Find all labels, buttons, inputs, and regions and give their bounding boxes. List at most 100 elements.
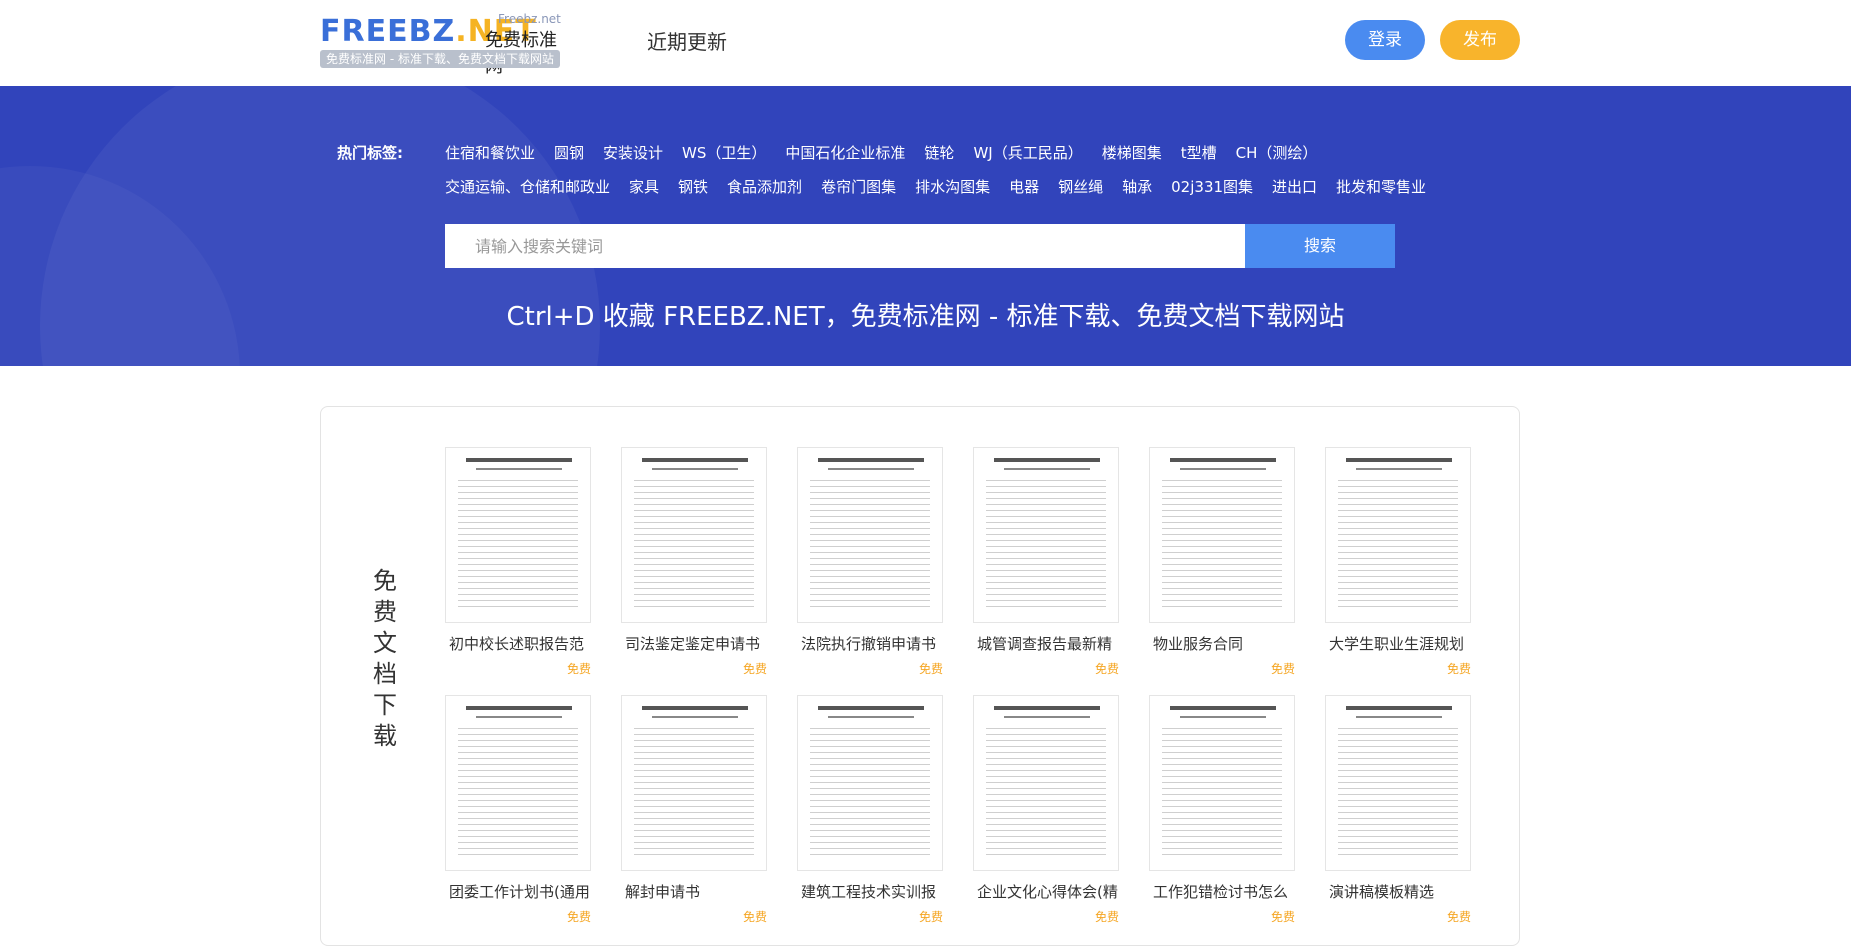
doc-title[interactable]: 法院执行撤销申请书 bbox=[801, 633, 943, 654]
doc-thumbnail-text bbox=[986, 480, 1106, 612]
doc-thumbnail[interactable] bbox=[1325, 695, 1471, 871]
hot-tag[interactable]: 楼梯图集 bbox=[1102, 142, 1162, 163]
doc-thumbnail-subheading bbox=[1004, 468, 1090, 470]
doc-thumbnail-subheading bbox=[1356, 716, 1442, 718]
doc-thumbnail-text bbox=[1162, 728, 1282, 860]
site-logo[interactable]: FREEBZ.NET Freebz.net 免费标准网 免费标准网 - 标准下载… bbox=[320, 12, 561, 77]
hot-tag[interactable]: CH（测绘） bbox=[1236, 142, 1318, 163]
free-badge: 免费 bbox=[1446, 662, 1471, 676]
free-badge: 免费 bbox=[918, 662, 943, 676]
doc-title[interactable]: 物业服务合同 bbox=[1153, 633, 1295, 654]
doc-thumbnail-subheading bbox=[476, 468, 562, 470]
doc-thumbnail[interactable] bbox=[621, 447, 767, 623]
hot-tag[interactable]: 卷帘门图集 bbox=[821, 176, 896, 197]
doc-thumbnail[interactable] bbox=[973, 695, 1119, 871]
doc-thumbnail-subheading bbox=[476, 716, 562, 718]
doc-thumbnail-heading bbox=[818, 458, 924, 462]
doc-thumbnail-heading bbox=[642, 458, 748, 462]
free-badge: 免费 bbox=[566, 910, 591, 924]
bookmark-slogan: Ctrl+D 收藏 FREEBZ.NET，免费标准网 - 标准下载、免费文档下载… bbox=[506, 302, 1345, 332]
doc-thumbnail-heading bbox=[1346, 706, 1452, 710]
doc-title[interactable]: 建筑工程技术实训报 bbox=[801, 881, 943, 902]
hot-tag[interactable]: t型槽 bbox=[1181, 142, 1217, 163]
hot-tag[interactable]: 圆钢 bbox=[554, 142, 584, 163]
hot-tag[interactable]: 02j331图集 bbox=[1171, 176, 1253, 197]
hot-tag[interactable]: 交通运输、仓储和邮政业 bbox=[445, 176, 610, 197]
free-badge: 免费 bbox=[742, 910, 767, 924]
hot-tag[interactable]: 批发和零售业 bbox=[1336, 176, 1426, 197]
free-badge: 免费 bbox=[742, 662, 767, 676]
free-badge: 免费 bbox=[918, 910, 943, 924]
search-input[interactable] bbox=[445, 224, 1245, 268]
hot-tag[interactable]: 钢丝绳 bbox=[1058, 176, 1103, 197]
search-banner: 热门标签: 住宿和餐饮业 圆钢 安装设计 WS（卫生） 中国石化企业标准 链轮 WJ（兵工民… bbox=[0, 86, 1851, 366]
hot-tag[interactable]: WJ（兵工民品） bbox=[973, 142, 1082, 163]
login-button[interactable]: 登录 bbox=[1345, 20, 1425, 60]
hot-tag[interactable]: 安装设计 bbox=[603, 142, 663, 163]
doc-thumbnail-heading bbox=[818, 706, 924, 710]
free-badge: 免费 bbox=[566, 662, 591, 676]
doc-thumbnail-heading bbox=[994, 706, 1100, 710]
doc-thumbnail[interactable] bbox=[797, 447, 943, 623]
doc-thumbnail[interactable] bbox=[797, 695, 943, 871]
doc-thumbnail-text bbox=[458, 480, 578, 612]
free-badge: 免费 bbox=[1270, 910, 1295, 924]
doc-title[interactable]: 初中校长述职报告范 bbox=[449, 633, 591, 654]
doc-thumbnail-subheading bbox=[828, 468, 914, 470]
hot-tag[interactable]: 进出口 bbox=[1272, 176, 1317, 197]
doc-thumbnail[interactable] bbox=[621, 695, 767, 871]
hot-tag[interactable]: 电器 bbox=[1009, 176, 1039, 197]
doc-thumbnail[interactable] bbox=[973, 447, 1119, 623]
doc-thumbnail-text bbox=[986, 728, 1106, 860]
doc-thumbnail[interactable] bbox=[1149, 695, 1295, 871]
doc-thumbnail-subheading bbox=[1004, 716, 1090, 718]
free-badge: 免费 bbox=[1446, 910, 1471, 924]
hot-tag[interactable]: 家具 bbox=[629, 176, 659, 197]
hot-tag[interactable]: 排水沟图集 bbox=[915, 176, 990, 197]
doc-thumbnail[interactable] bbox=[445, 695, 591, 871]
hot-tag[interactable]: 轴承 bbox=[1122, 176, 1152, 197]
doc-title[interactable]: 演讲稿模板精选 bbox=[1329, 881, 1471, 902]
logo-tagline: 免费标准网 - 标准下载、免费文档下载网站 bbox=[320, 50, 560, 68]
doc-title[interactable]: 工作犯错检讨书怎么 bbox=[1153, 881, 1295, 902]
doc-thumbnail-text bbox=[1338, 480, 1458, 612]
doc-thumbnail-subheading bbox=[1356, 468, 1442, 470]
hot-tags-label: 热门标签: bbox=[337, 144, 403, 162]
hot-tag[interactable]: 食品添加剂 bbox=[727, 176, 802, 197]
nav-recent-updates[interactable]: 近期更新 bbox=[647, 26, 727, 55]
doc-thumbnail-heading bbox=[1346, 458, 1452, 462]
hot-tag[interactable]: 钢铁 bbox=[678, 176, 708, 197]
doc-thumbnail-text bbox=[810, 728, 930, 860]
doc-title[interactable]: 企业文化心得体会(精 bbox=[977, 881, 1119, 902]
doc-thumbnail-text bbox=[458, 728, 578, 860]
doc-thumbnail-subheading bbox=[1180, 716, 1266, 718]
doc-thumbnail-text bbox=[634, 728, 754, 860]
hot-tag[interactable]: 链轮 bbox=[924, 142, 954, 163]
doc-thumbnail-text bbox=[634, 480, 754, 612]
hot-tags-row-1: 住宿和餐饮业 圆钢 安装设计 WS（卫生） 中国石化企业标准 链轮 WJ（兵工民品） 楼梯图集… bbox=[445, 142, 1336, 163]
hot-tag[interactable]: WS（卫生） bbox=[682, 142, 766, 163]
doc-thumbnail-text bbox=[1162, 480, 1282, 612]
doc-title[interactable]: 司法鉴定鉴定申请书 bbox=[625, 633, 767, 654]
doc-title[interactable]: 大学生职业生涯规划 bbox=[1329, 633, 1471, 654]
free-badge: 免费 bbox=[1094, 662, 1119, 676]
doc-thumbnail-heading bbox=[1170, 458, 1276, 462]
section-title: 免费文档下载 bbox=[373, 567, 397, 750]
doc-title[interactable]: 城管调查报告最新精 bbox=[977, 633, 1119, 654]
free-badge: 免费 bbox=[1270, 662, 1295, 676]
hot-tag[interactable]: 中国石化企业标准 bbox=[785, 142, 905, 163]
search-button[interactable]: 搜索 bbox=[1245, 224, 1395, 268]
hot-tag[interactable]: 住宿和餐饮业 bbox=[445, 142, 535, 163]
doc-thumbnail-heading bbox=[1170, 706, 1276, 710]
doc-thumbnail-subheading bbox=[828, 716, 914, 718]
doc-thumbnail[interactable] bbox=[1325, 447, 1471, 623]
doc-thumbnail[interactable] bbox=[1149, 447, 1295, 623]
site-header: FREEBZ.NET Freebz.net 免费标准网 免费标准网 - 标准下载… bbox=[0, 0, 1851, 86]
hot-tags-row-2: 交通运输、仓储和邮政业 家具 钢铁 食品添加剂 卷帘门图集 排水沟图集 电器 钢丝绳 轴承 02j… bbox=[445, 176, 1445, 197]
doc-title[interactable]: 解封申请书 bbox=[625, 881, 767, 902]
doc-thumbnail-text bbox=[1338, 728, 1458, 860]
doc-thumbnail[interactable] bbox=[445, 447, 591, 623]
doc-thumbnail-heading bbox=[466, 706, 572, 710]
publish-button[interactable]: 发布 bbox=[1440, 20, 1520, 60]
doc-title[interactable]: 团委工作计划书(通用) bbox=[449, 881, 591, 902]
